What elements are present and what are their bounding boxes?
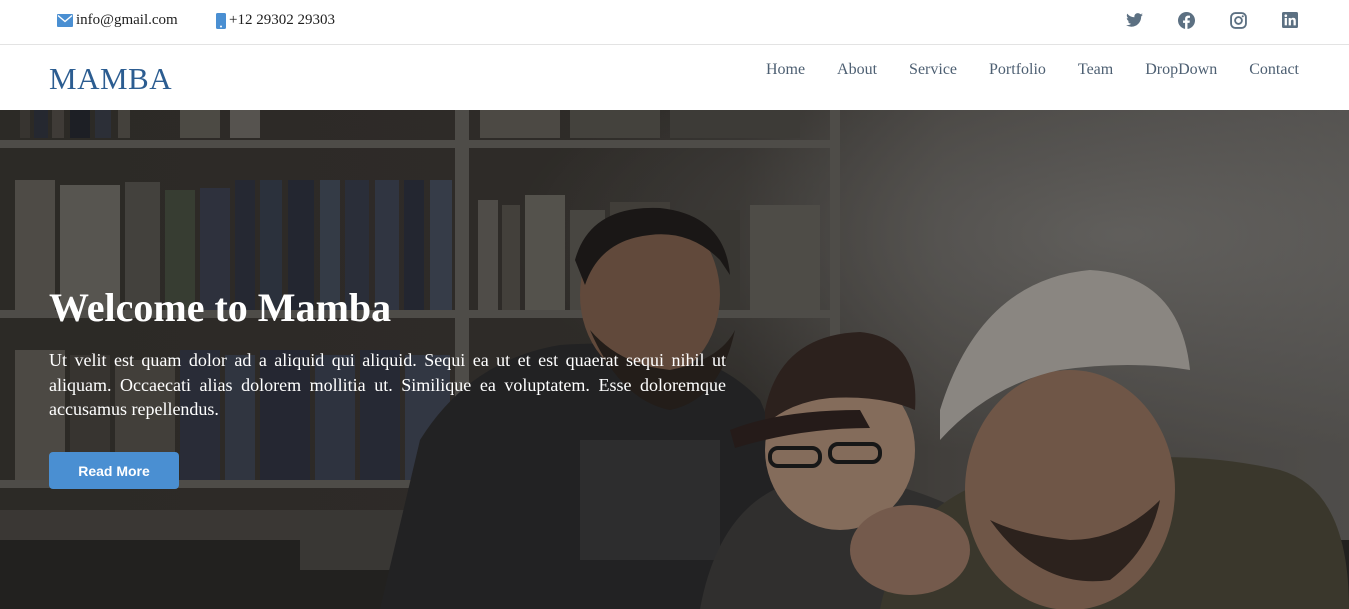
hero-title: Welcome to Mamba — [49, 285, 392, 330]
twitter-icon[interactable] — [1125, 11, 1143, 29]
nav-item-dropdown[interactable]: DropDown — [1145, 61, 1217, 79]
site-logo[interactable]: MAMBA — [49, 61, 172, 97]
instagram-icon[interactable] — [1229, 11, 1247, 29]
facebook-icon[interactable] — [1177, 11, 1195, 29]
nav-item-team[interactable]: Team — [1078, 61, 1113, 79]
top-bar: info@gmail.com +12 29302 29303 — [0, 0, 1349, 45]
phone-text: +12 29302 29303 — [229, 12, 335, 28]
social-links — [1125, 11, 1299, 29]
phone-contact[interactable]: +12 29302 29303 — [216, 12, 335, 29]
nav-item-contact[interactable]: Contact — [1249, 61, 1299, 79]
nav-item-about[interactable]: About — [837, 61, 877, 79]
linkedin-icon[interactable] — [1281, 11, 1299, 29]
main-navbar: MAMBA Home About Service Portfolio Team … — [0, 46, 1349, 110]
hero-section: Welcome to Mamba Ut velit est quam dolor… — [0, 110, 1349, 609]
read-more-button[interactable]: Read More — [49, 452, 179, 489]
email-text: info@gmail.com — [76, 12, 178, 28]
nav-item-service[interactable]: Service — [909, 61, 957, 79]
nav-item-portfolio[interactable]: Portfolio — [989, 61, 1046, 79]
envelope-icon — [57, 14, 73, 27]
phone-icon — [216, 12, 226, 29]
hero-description: Ut velit est quam dolor ad a aliquid qui… — [49, 350, 726, 419]
nav-menu: Home About Service Portfolio Team DropDo… — [766, 61, 1299, 79]
email-contact[interactable]: info@gmail.com — [57, 12, 178, 29]
nav-item-home[interactable]: Home — [766, 61, 805, 79]
